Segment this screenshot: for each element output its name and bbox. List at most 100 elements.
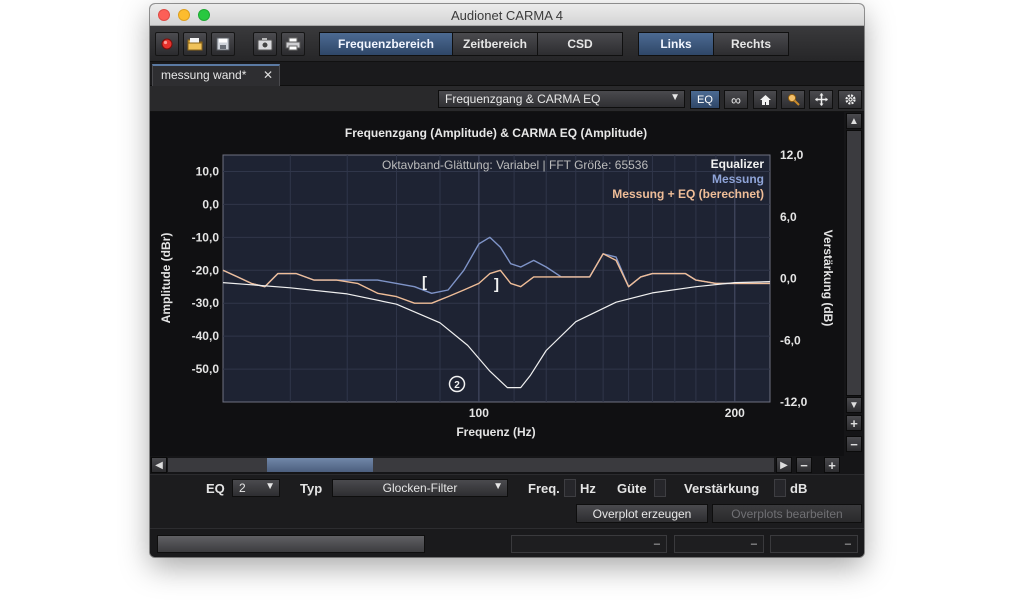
document-tab-label: messung wand*: [161, 68, 247, 82]
chevron-left-icon: ◀: [155, 459, 163, 471]
window-title: Audionet CARMA 4: [450, 8, 563, 23]
eq-band-right-handle[interactable]: ]: [494, 276, 499, 293]
chevron-up-icon: ▲: [849, 115, 859, 127]
chevron-down-icon: ▼: [493, 481, 503, 492]
legend-equalizer: Equalizer: [711, 157, 765, 171]
zoom-icon: [787, 93, 800, 106]
quality-field[interactable]: [654, 479, 666, 497]
status-field-3: –: [770, 535, 858, 553]
y2-tick-label: 6,0: [780, 210, 797, 224]
record-button[interactable]: [155, 32, 179, 56]
plus-icon: +: [828, 457, 836, 473]
eq-point-marker[interactable]: 2: [448, 375, 466, 393]
minus-icon: −: [800, 457, 808, 473]
eq-select-value: 2: [239, 481, 246, 495]
smoothing-annotation: Oktavband-Glättung: Variabel | FFT Größe…: [382, 158, 648, 172]
main-toolbar: Frequenzbereich Zeitbereich CSD Links Re…: [150, 26, 864, 62]
save-button[interactable]: [211, 32, 235, 56]
gain-unit-label: dB: [790, 481, 808, 496]
legend-messung-eq: Messung + EQ (berechnet): [612, 187, 764, 201]
horizontal-scroll-thumb[interactable]: [267, 458, 373, 472]
eq-label: EQ: [206, 481, 225, 496]
horizontal-scrollbar[interactable]: ◀ ▶ − +: [150, 456, 864, 474]
typ-label: Typ: [300, 481, 323, 496]
settings-button[interactable]: [838, 90, 862, 109]
zoom-in-y-button[interactable]: +: [846, 415, 862, 431]
link-button[interactable]: ∞: [724, 90, 748, 109]
horizontal-scroll-track[interactable]: [168, 458, 774, 472]
y-axis-ticks: 10,0 0,0 -10,0 -20,0 -30,0 -40,0 -50,0: [192, 164, 220, 376]
eq-select[interactable]: 2 ▼: [232, 479, 280, 497]
y2-tick-label: 12,0: [780, 148, 804, 162]
y2-tick-label: -12,0: [780, 395, 808, 409]
close-tab-icon[interactable]: ✕: [263, 68, 273, 82]
record-icon: [161, 38, 173, 50]
print-button[interactable]: [281, 32, 305, 56]
screenshot-button[interactable]: [253, 32, 277, 56]
vertical-scroll-thumb[interactable]: [846, 130, 862, 396]
eq-toggle-button[interactable]: EQ: [690, 90, 720, 109]
freq-unit-label: Hz: [580, 481, 596, 496]
vertical-scrollbar[interactable]: ▲ ▼ + −: [844, 112, 864, 456]
tab-zeitbereich[interactable]: Zeitbereich: [452, 32, 538, 56]
scroll-down-button[interactable]: ▼: [846, 397, 862, 413]
view-select[interactable]: Frequenzgang & CARMA EQ ▼: [438, 90, 685, 108]
zoom-out-y-button[interactable]: −: [846, 436, 862, 452]
tab-rechts[interactable]: Rechts: [713, 32, 789, 56]
x-tick-label: 200: [725, 406, 745, 420]
frequency-field[interactable]: [564, 479, 576, 497]
document-tab-bar: messung wand* ✕: [150, 62, 864, 86]
zoom-out-x-button[interactable]: −: [796, 457, 812, 473]
gain-label: Verstärkung: [684, 481, 760, 496]
scroll-right-button[interactable]: ▶: [776, 457, 792, 473]
open-button[interactable]: [183, 32, 207, 56]
print-icon: [285, 37, 301, 51]
plot-area[interactable]: Frequenzgang (Amplitude) & CARMA EQ (Amp…: [150, 112, 844, 456]
legend-messung: Messung: [712, 172, 764, 186]
status-field-1: –: [511, 535, 667, 553]
overplot-create-button[interactable]: Overplot erzeugen: [576, 504, 708, 523]
scroll-left-button[interactable]: ◀: [151, 457, 167, 473]
y-tick-label: -30,0: [192, 296, 220, 310]
tab-csd[interactable]: CSD: [537, 32, 623, 56]
app-window: Audionet CARMA 4 Frequenzbereich Zeitber…: [150, 4, 864, 557]
tab-frequenzbereich[interactable]: Frequenzbereich: [319, 32, 453, 56]
x-tick-label: 100: [469, 406, 489, 420]
home-button[interactable]: [753, 90, 777, 109]
document-tab[interactable]: messung wand* ✕: [152, 64, 280, 86]
frequency-response-chart[interactable]: Frequenzgang (Amplitude) & CARMA EQ (Amp…: [150, 112, 844, 456]
pan-button[interactable]: [809, 90, 833, 109]
y-tick-label: 0,0: [202, 197, 219, 211]
pan-icon: [814, 93, 828, 106]
filter-type-value: Glocken-Filter: [382, 481, 458, 495]
y-tick-label: -20,0: [192, 263, 220, 277]
zoom-button[interactable]: [781, 90, 805, 109]
gain-field[interactable]: [774, 479, 786, 497]
chevron-down-icon: ▼: [670, 92, 680, 103]
camera-icon: [257, 38, 273, 51]
chevron-down-icon: ▼: [265, 481, 275, 492]
y-axis-label: Amplitude (dBr): [159, 233, 173, 324]
y-tick-label: -40,0: [192, 329, 220, 343]
tab-links[interactable]: Links: [638, 32, 714, 56]
scroll-up-button[interactable]: ▲: [846, 113, 862, 129]
status-bar: – – –: [150, 528, 864, 557]
guete-label: Güte: [617, 481, 647, 496]
y2-axis-ticks: 12,0 6,0 0,0 -6,0 -12,0: [780, 148, 808, 409]
zoom-in-x-button[interactable]: +: [824, 457, 840, 473]
status-field-2: –: [674, 535, 764, 553]
y2-axis-label: Verstärkung (dB): [821, 230, 835, 327]
y2-tick-label: 0,0: [780, 272, 797, 286]
x-axis-ticks: 100 200: [469, 406, 745, 420]
filter-type-select[interactable]: Glocken-Filter ▼: [332, 479, 508, 497]
home-icon: [759, 94, 771, 105]
eq-point-label: 2: [454, 380, 460, 391]
overplot-edit-button[interactable]: Overplots bearbeiten: [712, 504, 862, 523]
plot-control-bar: Frequenzgang & CARMA EQ ▼ EQ ∞: [150, 86, 864, 112]
eq-parameter-panel: EQ 2 ▼ Typ Glocken-Filter ▼ Freq. Hz Güt…: [150, 474, 864, 500]
y2-tick-label: -6,0: [780, 333, 801, 347]
freq-label: Freq.: [528, 481, 560, 496]
gear-icon: [844, 94, 856, 105]
eq-band-left-handle[interactable]: [: [422, 274, 427, 291]
y-tick-label: 10,0: [196, 164, 220, 178]
